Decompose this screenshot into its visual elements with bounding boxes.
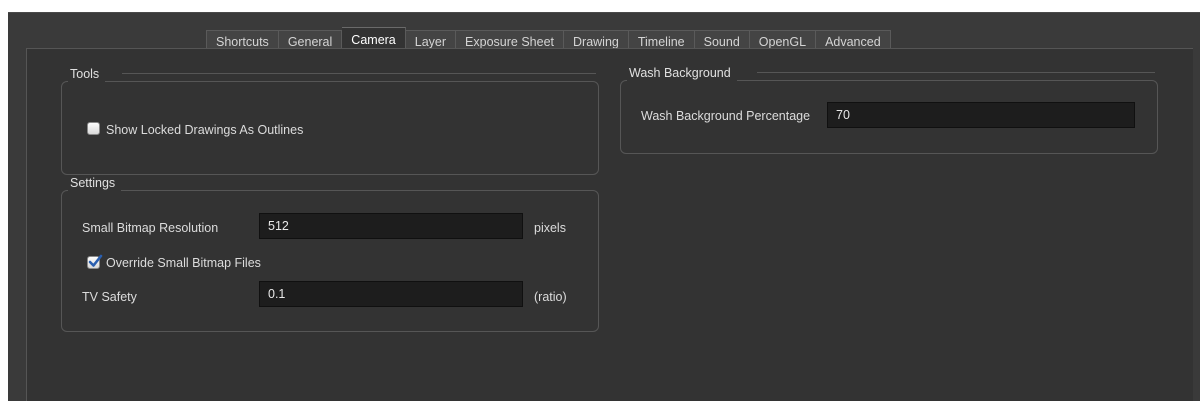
tv-safety-label: TV Safety [82, 290, 137, 304]
tools-group-title: Tools [68, 66, 106, 82]
override-bitmap-label: Override Small Bitmap Files [106, 256, 261, 270]
tools-group-rule [122, 73, 596, 74]
settings-group: Settings Small Bitmap Resolution pixels … [61, 175, 599, 332]
tools-group: Tools Show Locked Drawings As Outlines [61, 66, 599, 175]
camera-preferences-panel: Tools Show Locked Drawings As Outlines S… [26, 48, 1193, 401]
wash-percentage-label: Wash Background Percentage [641, 109, 811, 123]
wash-background-group-title: Wash Background [627, 65, 737, 81]
tv-safety-unit: (ratio) [534, 290, 567, 304]
show-locked-outlines-label: Show Locked Drawings As Outlines [106, 123, 304, 137]
bitmap-resolution-label: Small Bitmap Resolution [82, 221, 219, 235]
wash-background-group: Wash Background Wash Background Percenta… [620, 65, 1158, 154]
wash-percentage-input[interactable] [827, 102, 1135, 128]
tv-safety-input[interactable] [259, 281, 523, 307]
bitmap-resolution-input[interactable] [259, 213, 523, 239]
wash-background-group-rule [757, 72, 1155, 73]
show-locked-outlines-checkbox[interactable] [87, 122, 100, 135]
override-bitmap-checkbox[interactable] [87, 254, 103, 269]
bitmap-resolution-unit: pixels [534, 221, 566, 235]
checkmark-icon [88, 254, 103, 267]
settings-group-title: Settings [68, 175, 122, 191]
